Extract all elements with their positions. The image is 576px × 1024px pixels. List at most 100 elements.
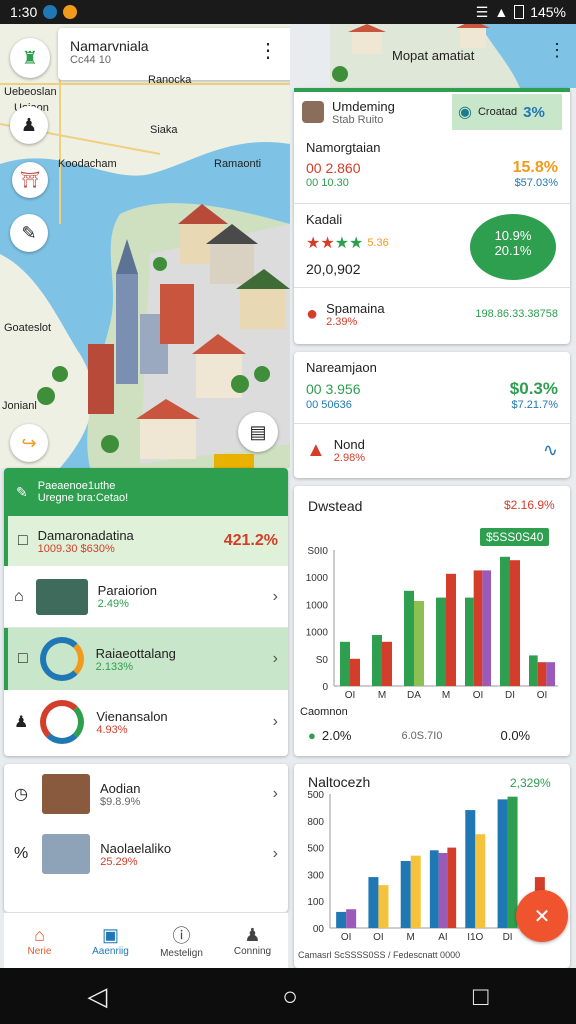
map-label-3: Ramaonti [214,158,262,170]
list-item-sub: 2.133% [95,660,133,673]
bar[interactable] [473,570,483,686]
bar[interactable] [475,834,486,928]
stat1-row2-label: 00 10.30 [306,177,349,189]
home-fab[interactable]: ♜ [10,38,50,78]
bar[interactable] [497,799,508,928]
bar[interactable] [529,655,538,686]
bar[interactable] [510,560,520,686]
close-fab[interactable]: ✕ [516,890,568,942]
nav-label: Mestelign [160,948,203,959]
bar[interactable] [546,662,555,686]
stat-row-3[interactable]: ● Spamaina 2.39% 198.86.33.38758 [294,288,570,340]
bar[interactable] [482,570,491,686]
stat-row-1[interactable]: Namorgtaian 00 2.860 15.8% 00 10.30 $57.03… [294,132,570,204]
wifi-icon: ☰ [475,3,489,20]
map-view-secondary[interactable]: Mopat amatiat ⋮ [330,24,576,88]
y-tick-label: 00 [313,924,325,935]
x-tick-label: DA [407,690,421,701]
bar[interactable] [404,590,414,686]
bar[interactable] [447,847,457,928]
x-tick-label: M [442,690,450,701]
list-item-title: Paraiorion [97,583,157,598]
list-item-sub: 25.29% [100,855,138,868]
stat2-circle-bottom: 20.1% [494,243,532,258]
folder-icon: □ [18,532,28,549]
home-nav-icon: ⌂ [34,924,45,945]
bar[interactable] [368,877,379,928]
bar[interactable] [378,885,389,928]
stats-title: Umdeming [332,98,395,114]
bar[interactable] [382,641,392,686]
nav-home[interactable]: ⌂ Nerie [4,913,75,968]
stats-avatar [302,101,324,123]
bar[interactable] [438,852,448,928]
nav-account[interactable]: ♟ Conning [217,913,288,968]
x-tick-label: OI [537,690,548,701]
chevron-right-icon: › [272,845,278,862]
chart1-footer-right: 0.0% [500,728,531,743]
stats-panel: Umdeming Stab Ruito ◉ Croatad 3% Namorgt… [294,88,570,344]
status-time: 1:30 [10,4,38,20]
x-tick-label: M [378,690,386,701]
more-vert-icon[interactable]: ⋮ [258,38,278,63]
x-tick-label: OI [373,932,384,943]
bar[interactable] [465,597,474,686]
nav-messages[interactable]: ⓘ Mestelign [146,913,217,968]
stat-row-2[interactable]: Kadali ★★ ★★ 5.36 20,0,902 10.9% 20.1% [294,204,570,288]
y-tick-label: 500 [307,844,324,855]
draw-fab[interactable]: ✎ [10,214,48,252]
stats-subtitle: Stab Ruito [332,113,384,126]
notification-icon [43,5,58,19]
bar[interactable] [436,597,446,686]
y-tick-label: S0I0 [307,546,328,557]
home-circle-icon[interactable]: ○ [282,981,298,1012]
bar[interactable] [400,861,411,928]
stat4-row2-value: $7.21.7% [511,399,558,411]
layers-fab[interactable]: ▤ [238,412,278,452]
list-card-2: ◷ Aodian $9.8.9% › % Naolaelaliko 25.29%… [4,764,288,912]
stats-badge-label: Croatad [477,106,518,118]
list-item[interactable]: ◷ Aodian $9.8.9% › [4,764,288,824]
stats-badge-value: 3% [523,103,545,121]
route-fab[interactable]: ↪ [10,424,48,462]
building-fab[interactable]: ⛩ [12,162,48,198]
profile-fab[interactable]: ♟ [10,106,48,144]
location-badge-icon: ◉ [458,104,472,121]
map-view[interactable]: Namarvniala Cc44 10 ⋮ ‹ Ranocka Uebeosla… [0,24,290,468]
list-item-sub: 4.93% [96,723,128,736]
stats-badge[interactable]: ◉ Croatad 3% [452,94,562,130]
flame-icon: ▲ [306,438,326,461]
battery-level: 145% [530,4,566,20]
y-tick-label: 1000 [306,573,329,584]
bar[interactable] [465,810,476,928]
bar[interactable] [346,909,357,928]
bar[interactable] [372,635,382,686]
back-icon[interactable]: ◁ [87,981,107,1012]
trend-icons: ★★ [306,235,335,252]
list-item[interactable]: □ Raiaeottalang 2.133% › [4,628,288,690]
stat3-title: Spamaina [326,300,385,316]
nav-activity[interactable]: ▣ Aaenriig [75,913,146,968]
bar[interactable] [537,662,547,686]
more-vert-icon-secondary[interactable]: ⋮ [548,40,566,61]
bar[interactable] [446,573,456,686]
layers-icon: ▤ [249,421,267,442]
stat1-row1-value: 15.8% [512,159,558,176]
y-tick-label: 1000 [306,628,329,639]
bar[interactable] [340,641,350,686]
bar[interactable] [336,911,347,928]
stat-row-5[interactable]: ▲ Nond 2.98% ∿ [294,424,570,476]
recents-icon[interactable]: □ [473,981,489,1012]
bar[interactable] [350,658,360,686]
list-item[interactable]: ♟ Vienansalon 4.93% › [4,690,288,754]
bar[interactable] [410,855,421,928]
list-item[interactable]: ⌂ Paraiorion 2.49% › [4,566,288,628]
list-item[interactable]: □ Damaronadatina 1009.30 $630% 421.2% [4,516,288,566]
bar[interactable] [500,556,510,686]
bar[interactable] [429,850,439,928]
list-item[interactable]: % Naolaelaliko 25.29% › [4,824,288,884]
bar[interactable] [414,601,424,686]
chevron-right-icon: › [272,713,278,730]
stat-row-4[interactable]: Nareamjaon 00 3.956 $0.3% 00 50636 $7.21.7… [294,352,570,424]
status-bar: 1:30 ☰ ▲ 145% [0,0,576,24]
